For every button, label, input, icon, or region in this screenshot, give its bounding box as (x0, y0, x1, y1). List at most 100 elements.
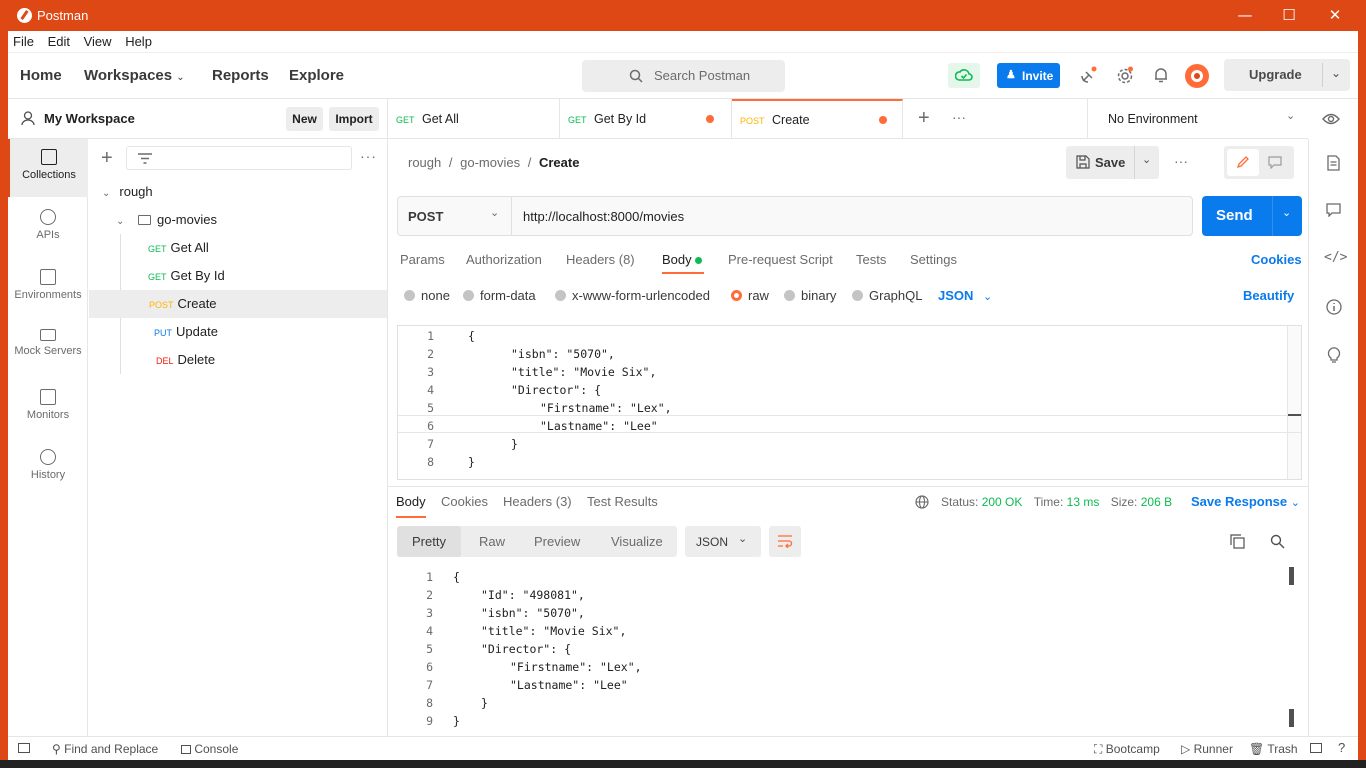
method-select[interactable]: POST ⌄ (398, 197, 512, 235)
list-item[interactable]: GET Get By Id (148, 262, 388, 290)
send-button[interactable]: Send ⌄ (1202, 196, 1302, 236)
search-icon[interactable] (1270, 534, 1285, 549)
new-tab-button[interactable]: + (918, 107, 930, 130)
view-raw[interactable]: Raw (479, 534, 505, 549)
nav-home[interactable]: Home (20, 67, 62, 84)
rail-history[interactable]: History (8, 439, 88, 494)
nav-workspaces[interactable]: Workspaces ⌄ (84, 67, 185, 84)
upgrade-button[interactable]: Upgrade ⌄ (1224, 59, 1350, 91)
tab-create[interactable]: POST Create (732, 99, 903, 139)
help-icon[interactable]: ? (1338, 740, 1345, 755)
rail-apis[interactable]: APIs (8, 199, 88, 254)
new-button[interactable]: New (286, 107, 323, 131)
documentation-icon[interactable] (1327, 155, 1340, 171)
scroll-thumb[interactable] (1289, 709, 1294, 727)
view-visualize[interactable]: Visualize (611, 534, 663, 549)
breadcrumb-collection[interactable]: rough (408, 155, 441, 170)
trash-button[interactable]: 🗑 Trash (1249, 742, 1298, 756)
globe-icon[interactable] (915, 495, 929, 509)
response-tab-body[interactable]: Body (396, 494, 426, 509)
import-button[interactable]: Import (329, 107, 379, 131)
request-body-editor[interactable]: 1 2 3 4 5 6 7 8 { "isbn": "5070", "title… (397, 325, 1302, 480)
menu-view[interactable]: View (79, 31, 117, 49)
rail-monitors[interactable]: Monitors (8, 379, 88, 434)
radio-graphql[interactable]: GraphQL (852, 288, 922, 303)
collection-rough[interactable]: ⌄ rough (102, 178, 382, 206)
sync-status-button[interactable] (948, 63, 980, 88)
edit-mode-button[interactable] (1227, 149, 1259, 176)
tab-body[interactable]: Body (662, 252, 703, 267)
radio-none[interactable]: none (404, 288, 450, 303)
list-item[interactable]: PUT Update (154, 318, 388, 346)
response-format-select[interactable]: JSON ⌄ (685, 526, 761, 557)
nav-reports[interactable]: Reports (212, 67, 269, 84)
tab-get-by-id[interactable]: GET Get By Id (560, 99, 732, 139)
more-options-icon[interactable]: ··· (360, 149, 377, 163)
info-icon[interactable] (1326, 299, 1342, 315)
copy-icon[interactable] (1230, 534, 1245, 549)
settings-gear-icon[interactable] (1115, 66, 1135, 86)
tab-settings[interactable]: Settings (910, 252, 957, 267)
menu-file[interactable]: File (8, 31, 39, 49)
nav-explore[interactable]: Explore (289, 67, 344, 84)
lightbulb-icon[interactable] (1327, 346, 1341, 363)
tab-options-icon[interactable]: ··· (952, 110, 966, 124)
list-item[interactable]: DEL Delete (156, 346, 388, 374)
view-preview[interactable]: Preview (534, 534, 580, 549)
rail-collections[interactable]: Collections (8, 139, 88, 197)
console-button[interactable]: Console (181, 742, 238, 756)
rail-mock-servers[interactable]: Mock Servers (8, 319, 88, 374)
tab-pre-request-script[interactable]: Pre-request Script (728, 252, 833, 267)
url-input[interactable]: http://localhost:8000/movies (523, 209, 684, 224)
close-window-button[interactable]: ✕ (1312, 0, 1358, 31)
tab-authorization[interactable]: Authorization (466, 252, 542, 267)
invite-button[interactable]: ♟ Invite (997, 63, 1060, 88)
toggle-sidebar-icon[interactable] (18, 743, 30, 753)
save-response-button[interactable]: Save Response ⌄ (1191, 494, 1300, 509)
request-options-icon[interactable]: ··· (1174, 154, 1188, 168)
scroll-thumb[interactable] (1289, 567, 1294, 585)
filter-input[interactable] (126, 146, 352, 170)
menu-help[interactable]: Help (120, 31, 157, 49)
radio-binary[interactable]: binary (784, 288, 836, 303)
cookies-link[interactable]: Cookies (1251, 252, 1302, 267)
bootcamp-button[interactable]: ⛶ Bootcamp (1094, 742, 1160, 757)
minimize-button[interactable]: — (1222, 0, 1268, 31)
two-pane-icon[interactable] (1310, 743, 1322, 753)
tab-tests[interactable]: Tests (856, 252, 886, 267)
workspace-name[interactable]: My Workspace (44, 111, 135, 126)
save-button[interactable]: Save ⌄ (1066, 146, 1159, 179)
find-replace-button[interactable]: ⚲ Find and Replace (52, 742, 158, 756)
notification-bell-icon[interactable] (1151, 66, 1171, 86)
tab-get-all[interactable]: GET Get All (388, 99, 560, 139)
wrap-lines-button[interactable] (769, 526, 801, 557)
satellite-icon[interactable] (1079, 66, 1099, 86)
code-icon[interactable]: </> (1324, 250, 1347, 265)
breadcrumb-folder[interactable]: go-movies (460, 155, 520, 170)
response-body-viewer[interactable]: 1 2 3 4 5 6 7 8 9 { "Id": "498081", "isb… (397, 567, 1302, 732)
rail-environments[interactable]: Environments (8, 259, 88, 314)
list-item[interactable]: GET Get All (148, 234, 388, 262)
list-item-selected[interactable]: POST Create (89, 290, 387, 318)
response-tab-cookies[interactable]: Cookies (441, 494, 488, 509)
add-collection-button[interactable]: + (101, 148, 113, 168)
tab-params[interactable]: Params (400, 252, 445, 267)
runner-button[interactable]: ▷ Runner (1181, 742, 1233, 756)
view-pretty[interactable]: Pretty (397, 526, 461, 557)
environment-select[interactable]: No Environment ⌄ (1087, 99, 1308, 139)
menu-edit[interactable]: Edit (43, 31, 75, 49)
radio-form-data[interactable]: form-data (463, 288, 536, 303)
search-input[interactable]: Search Postman (582, 60, 785, 92)
comments-icon[interactable] (1326, 203, 1341, 217)
radio-urlencoded[interactable]: x-www-form-urlencoded (555, 288, 710, 303)
comment-mode-icon[interactable] (1268, 156, 1282, 169)
editor-scrollbar[interactable] (1287, 326, 1301, 479)
beautify-link[interactable]: Beautify (1243, 288, 1294, 303)
maximize-button[interactable]: ☐ (1266, 0, 1312, 31)
folder-go-movies[interactable]: ⌄ go-movies (116, 206, 382, 234)
body-format-select[interactable]: JSON ⌄ (938, 288, 992, 303)
radio-raw[interactable]: raw (731, 288, 769, 303)
environment-quick-look-icon[interactable] (1322, 110, 1340, 131)
response-tab-test-results[interactable]: Test Results (587, 494, 658, 509)
tab-headers[interactable]: Headers (8) (566, 252, 635, 267)
